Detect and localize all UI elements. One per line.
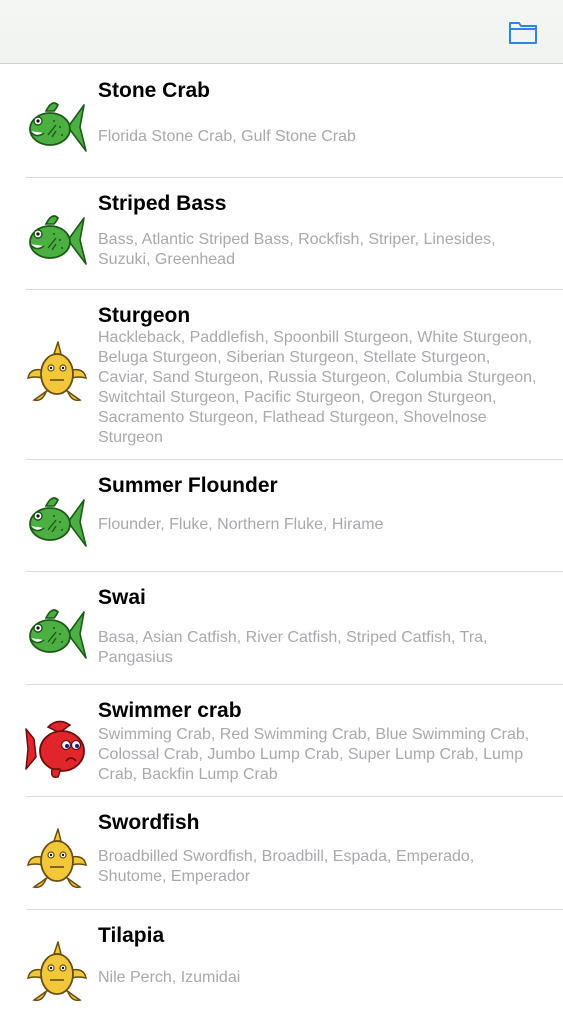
folder-icon xyxy=(509,22,537,44)
yellow-fish-icon xyxy=(24,340,90,406)
item-title: Swai xyxy=(98,586,146,609)
list-item[interactable]: Swimmer crab Swimming Crab, Red Swimming … xyxy=(0,685,563,797)
green-fish-icon xyxy=(24,95,90,161)
green-fish-icon xyxy=(24,490,90,556)
item-title: Striped Bass xyxy=(98,192,227,215)
item-subtitle: Hackleback, Paddlefish, Spoonbill Sturge… xyxy=(98,329,537,446)
list-item[interactable]: Tilapia Nile Perch, Izumidai xyxy=(0,910,563,1022)
list-item[interactable]: Swordfish Broadbilled Swordfish, Broadbil… xyxy=(0,797,563,910)
item-title: Swimmer crab xyxy=(98,699,242,722)
folder-button[interactable] xyxy=(507,18,539,46)
list-item[interactable]: Sturgeon Hackleback, Paddlefish, Spoonbil… xyxy=(0,290,563,460)
item-title: Tilapia xyxy=(98,924,165,947)
item-subtitle: Broadbilled Swordfish, Broadbill, Espada… xyxy=(98,848,475,885)
red-fish-icon xyxy=(24,715,90,781)
yellow-fish-icon xyxy=(24,827,90,893)
yellow-fish-icon xyxy=(24,940,90,1006)
item-title: Sturgeon xyxy=(98,304,191,327)
item-subtitle: Flounder, Fluke, Northern Fluke, Hirame xyxy=(98,516,384,533)
item-subtitle: Basa, Asian Catfish, River Catfish, Stri… xyxy=(98,629,488,666)
list-item[interactable]: Striped Bass Bass, Atlantic Striped Bass,… xyxy=(0,178,563,290)
green-fish-icon xyxy=(24,602,90,668)
item-subtitle: Florida Stone Crab, Gulf Stone Crab xyxy=(98,128,356,145)
item-title: Stone Crab xyxy=(98,79,211,102)
item-subtitle: Bass, Atlantic Striped Bass, Rockfish, S… xyxy=(98,231,496,268)
navigation-bar xyxy=(0,0,563,64)
list-item[interactable]: Swai Basa, Asian Catfish, River Catfish, … xyxy=(0,572,563,685)
item-title: Swordfish xyxy=(98,811,200,834)
green-fish-icon xyxy=(24,208,90,274)
item-title: Summer Flounder xyxy=(98,474,278,497)
item-subtitle: Swimming Crab, Red Swimming Crab, Blue S… xyxy=(98,726,530,783)
list-item[interactable]: Summer Flounder Flounder, Fluke, Northern… xyxy=(0,460,563,572)
item-subtitle: Nile Perch, Izumidai xyxy=(98,969,241,986)
list-item[interactable]: Stone Crab Florida Stone Crab, Gulf Stone… xyxy=(0,65,563,178)
